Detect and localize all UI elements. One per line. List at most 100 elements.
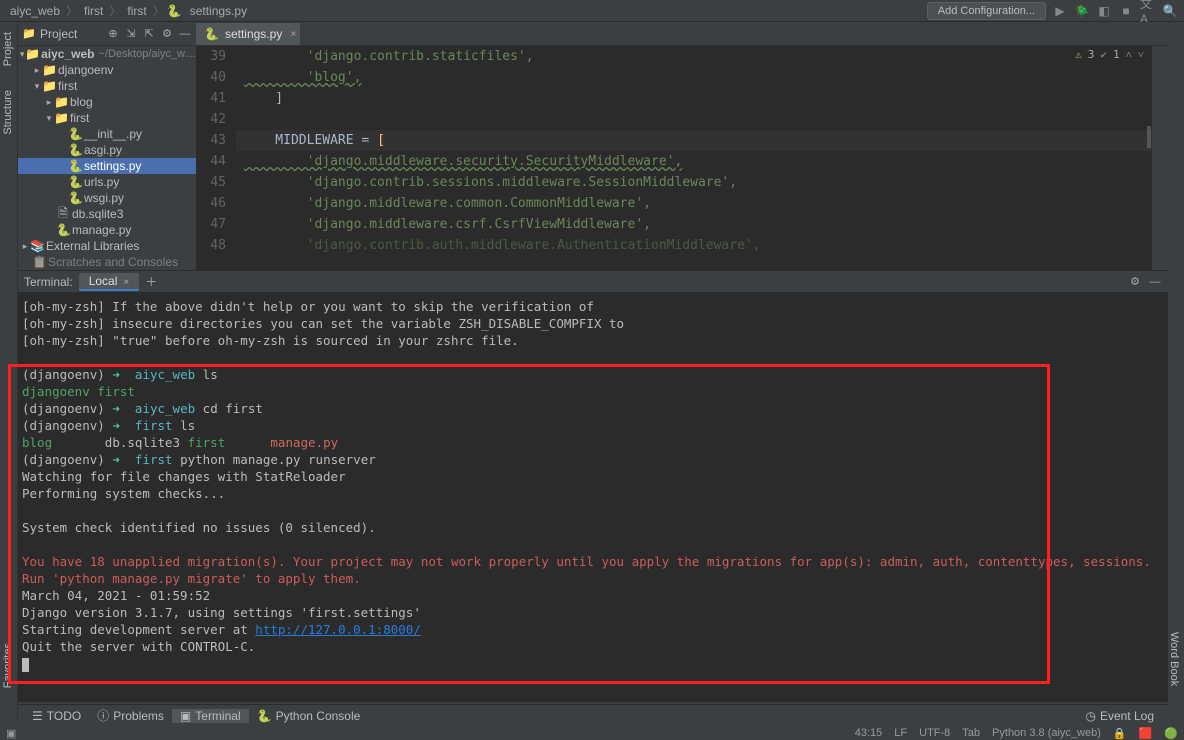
terminal-line: Run 'python manage.py migrate' to apply … [20,570,1166,587]
hints-icon[interactable]: ▣ [6,727,16,740]
python-file-icon: 🐍 [167,4,182,18]
tree-item-selected[interactable]: settings.py [84,159,141,173]
server-url-link[interactable]: http://127.0.0.1:8000/ [255,622,421,637]
code-line: 'django.contrib.sessions.middleware.Sess… [244,175,737,190]
terminal-icon: ▣ [180,709,191,723]
python-file-icon: 🐍 [56,223,70,237]
tree-item[interactable]: Scratches and Consoles [48,255,178,269]
project-tree[interactable]: ▾📁aiyc_web~/Desktop/aiyc_w… ▸📁djangoenv … [18,46,196,270]
python-file-icon: 🐍 [68,127,82,141]
python-file-icon: 🐍 [68,143,82,157]
chevron-right-icon[interactable]: ▸ [20,241,30,252]
interpreter[interactable]: Python 3.8 (aiyc_web) [992,727,1101,740]
tree-item[interactable]: blog [70,95,93,109]
terminal-tab-label: Local [89,274,118,288]
add-terminal-button[interactable]: ＋ [145,273,157,290]
tree-item[interactable]: asgi.py [84,143,122,157]
code-line: MIDDLEWARE = [244,133,377,148]
hide-icon[interactable]: — [178,27,192,41]
search-icon[interactable]: 🔍 [1162,3,1178,19]
code-editor[interactable]: 39 40 41 42 43 44 45 46 47 48 'django.co… [196,46,1152,270]
editor-tab[interactable]: 🐍 settings.py × [196,23,300,45]
top-breadcrumb-bar: aiyc_web 〉 first 〉 first 〉 🐍 settings.py… [0,0,1184,22]
scratches-icon: 📋 [32,255,46,269]
editor-tab-label: settings.py [225,27,282,41]
bottom-tool-bar: ☰TODO ⓘProblems ▣Terminal 🐍Python Consol… [18,704,1168,726]
caret-position[interactable]: 43:15 [855,727,883,740]
terminal[interactable]: [oh-my-zsh] If the above didn't help or … [18,292,1168,702]
terminal-line [20,502,1166,519]
hide-icon[interactable]: — [1148,275,1162,289]
code-line: 'django.contrib.auth.middleware.Authenti… [244,238,761,253]
project-tool-tab[interactable]: Project [0,26,16,72]
chevron-right-icon[interactable]: ▸ [32,65,42,76]
warning-count: 3 [1088,48,1095,61]
chevron-down-icon[interactable]: ▾ [44,113,54,124]
eventlog-icon: ◷ [1085,709,1095,723]
crumb-file[interactable]: settings.py [186,4,251,18]
line-ending[interactable]: LF [894,727,907,740]
chevron-right-icon: 〉 [109,2,121,19]
tree-item[interactable]: urls.py [84,175,119,189]
terminal-line: Watching for file changes with StatReloa… [20,468,1166,485]
status-icon-3[interactable]: 🟢 [1164,727,1178,740]
tree-item[interactable]: first [70,111,89,125]
event-log-tool[interactable]: ◷Event Log [1077,709,1162,723]
python-console-tool[interactable]: 🐍Python Console [249,709,369,723]
tree-item[interactable]: __init__.py [84,127,142,141]
python-file-icon: 🐍 [68,191,82,205]
python-icon: 🐍 [257,709,272,723]
code-area[interactable]: 'django.contrib.staticfiles', 'blog', ] … [236,46,1152,270]
gear-icon[interactable]: ⚙ [160,27,174,41]
terminal-line: Performing system checks... [20,485,1166,502]
status-icon-1[interactable]: 🔒 [1113,727,1127,740]
tree-item[interactable]: wsgi.py [84,191,124,205]
tree-root[interactable]: aiyc_web [41,47,94,61]
terminal-tab[interactable]: Local × [79,273,140,291]
crumb-first1[interactable]: first [80,4,107,18]
todo-tool[interactable]: ☰TODO [24,709,89,723]
favorites-tool-tab[interactable]: Favorites [0,637,16,694]
left-tool-strip: Project Structure Favorites [0,22,18,722]
select-opened-icon[interactable]: ⊕ [106,27,120,41]
crumb-root[interactable]: aiyc_web [6,4,64,18]
problems-tool[interactable]: ⓘProblems [89,707,172,724]
scroll-marker[interactable] [1147,126,1151,148]
folder-icon: 📁 [42,63,56,77]
close-icon[interactable]: × [290,29,296,40]
debug-icon[interactable]: 🪲 [1074,3,1090,19]
terminal-line: Quit the server with CONTROL-C. [20,638,1166,655]
gear-icon[interactable]: ⚙ [1128,275,1142,289]
chevron-down-icon[interactable]: ˅ [1138,48,1144,61]
tree-item[interactable]: External Libraries [46,239,139,253]
folder-icon: 📁 [22,27,36,41]
chevron-up-icon[interactable]: ˄ [1126,48,1132,61]
terminal-line: (djangoenv) ➜ first ls [20,417,1166,434]
close-icon[interactable]: × [123,277,129,288]
stop-icon[interactable]: ■ [1118,3,1134,19]
run-icon[interactable]: ▶ [1052,3,1068,19]
chevron-down-icon[interactable]: ▾ [32,81,42,92]
terminal-label: Terminal: [24,275,73,289]
editor-status[interactable]: ⚠3 ✔1 ˄ ˅ [1075,48,1144,61]
status-icon-2[interactable]: 🟥 [1139,727,1153,740]
collapse-all-icon[interactable]: ⇱ [142,27,156,41]
chevron-right-icon[interactable]: ▸ [44,97,54,108]
expand-all-icon[interactable]: ⇲ [124,27,138,41]
terminal-tool[interactable]: ▣Terminal [172,709,249,723]
indent[interactable]: Tab [962,727,980,740]
structure-tool-tab[interactable]: Structure [0,84,16,141]
tree-item[interactable]: manage.py [72,223,131,237]
right-tool-strip: Word Book [1166,630,1184,691]
encoding[interactable]: UTF-8 [919,727,950,740]
tree-item[interactable]: first [58,79,77,93]
translate-icon[interactable]: 文A [1140,3,1156,19]
tree-item[interactable]: djangoenv [58,63,113,77]
wordbook-tool-tab[interactable]: Word Book [1166,630,1182,688]
tree-item[interactable]: db.sqlite3 [72,207,123,221]
crumb-first2[interactable]: first [123,4,150,18]
add-configuration-button[interactable]: Add Configuration... [927,2,1046,20]
editor-tabs: 🐍 settings.py × [196,22,1168,46]
coverage-icon[interactable]: ◧ [1096,3,1112,19]
module-icon: 📁 [25,47,39,61]
